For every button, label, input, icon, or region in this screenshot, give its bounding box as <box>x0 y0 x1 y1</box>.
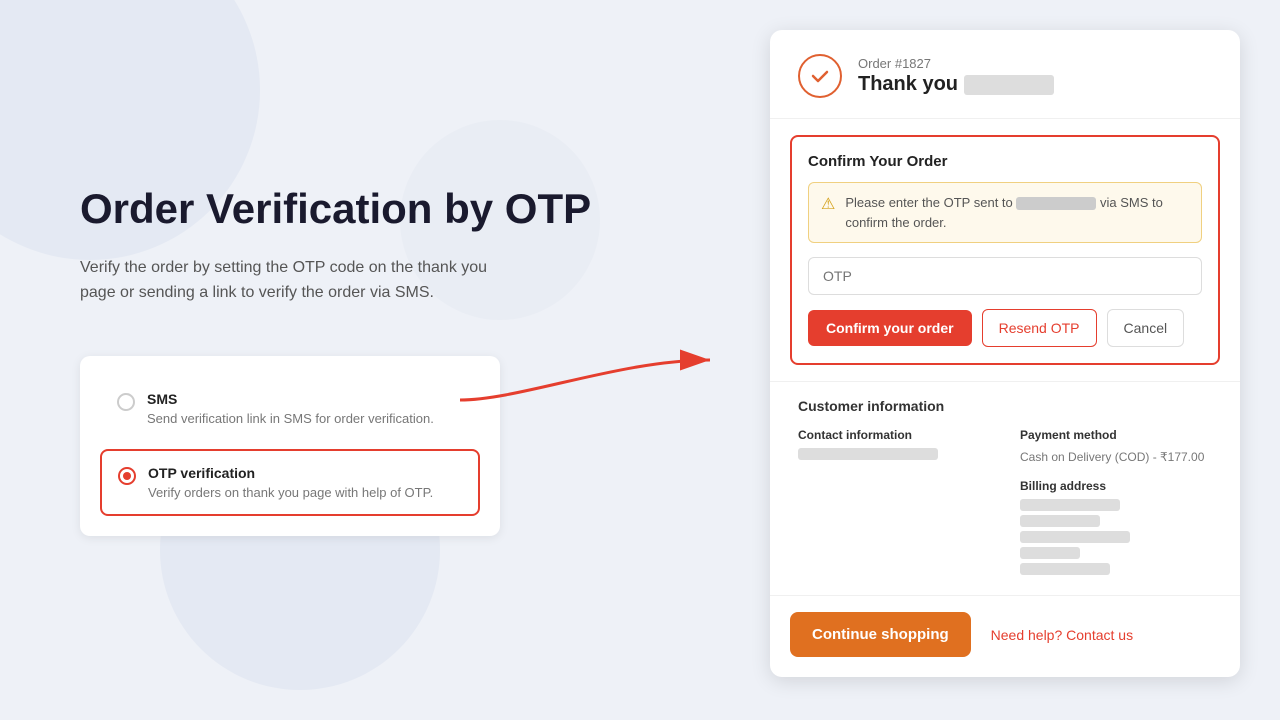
sms-radio <box>117 393 135 411</box>
sms-option-text: SMS Send verification link in SMS for or… <box>147 391 434 426</box>
cancel-button[interactable]: Cancel <box>1107 309 1185 347</box>
addr-line5-blurred <box>1020 563 1110 575</box>
order-header: Order #1827 Thank you <box>770 30 1240 119</box>
billing-value <box>1020 499 1212 575</box>
warning-icon: ⚠ <box>821 194 835 214</box>
otp-option-label: OTP verification <box>148 465 433 481</box>
contact-value <box>798 448 990 460</box>
check-circle-icon <box>798 54 842 98</box>
order-info: Order #1827 Thank you <box>858 56 1054 96</box>
continue-shopping-button[interactable]: Continue shopping <box>790 612 971 657</box>
sms-option[interactable]: SMS Send verification link in SMS for or… <box>100 376 480 441</box>
continue-section: Continue shopping Need help? Contact us <box>770 595 1240 677</box>
alert-text: Please enter the OTP sent to via SMS to … <box>845 193 1189 232</box>
otp-option-desc: Verify orders on thank you page with hel… <box>148 485 433 500</box>
page-title: Order Verification by OTP <box>80 184 600 234</box>
otp-radio <box>118 467 136 485</box>
info-columns: Contact information Payment method Cash … <box>798 428 1212 579</box>
otp-input[interactable] <box>808 257 1202 295</box>
contact-col: Contact information <box>798 428 990 579</box>
customer-info-section: Customer information Contact information… <box>770 381 1240 595</box>
payment-label: Payment method <box>1020 428 1212 442</box>
addr-line3-blurred <box>1020 531 1130 543</box>
customer-name-blurred <box>964 75 1054 95</box>
right-panel: Order #1827 Thank you Confirm Your Order… <box>770 30 1240 677</box>
addr-line1-blurred <box>1020 499 1120 511</box>
otp-actions: Confirm your order Resend OTP Cancel <box>808 309 1202 347</box>
otp-option-text: OTP verification Verify orders on thank … <box>148 465 433 500</box>
options-card: SMS Send verification link in SMS for or… <box>80 356 500 536</box>
contact-label: Contact information <box>798 428 990 442</box>
sms-option-desc: Send verification link in SMS for order … <box>147 411 434 426</box>
need-help-link[interactable]: Need help? Contact us <box>991 627 1133 643</box>
phone-blurred <box>1016 197 1096 210</box>
addr-line4-blurred <box>1020 547 1080 559</box>
addr-line2-blurred <box>1020 515 1100 527</box>
left-panel: Order Verification by OTP Verify the ord… <box>0 0 660 720</box>
confirm-title: Confirm Your Order <box>808 153 1202 170</box>
confirm-order-button[interactable]: Confirm your order <box>808 310 972 346</box>
payment-value: Cash on Delivery (COD) - ₹177.00 <box>1020 448 1212 467</box>
payment-col: Payment method Cash on Delivery (COD) - … <box>1020 428 1212 579</box>
page-description: Verify the order by setting the OTP code… <box>80 255 510 306</box>
billing-label: Billing address <box>1020 479 1212 493</box>
customer-info-title: Customer information <box>798 398 1212 414</box>
otp-option[interactable]: OTP verification Verify orders on thank … <box>100 449 480 516</box>
otp-confirm-section: Confirm Your Order ⚠ Please enter the OT… <box>790 135 1220 365</box>
alert-box: ⚠ Please enter the OTP sent to via SMS t… <box>808 182 1202 243</box>
email-blurred <box>798 448 938 460</box>
sms-option-label: SMS <box>147 391 434 407</box>
order-number: Order #1827 <box>858 56 1054 71</box>
thank-you-text: Thank you <box>858 73 1054 96</box>
resend-otp-button[interactable]: Resend OTP <box>982 309 1097 347</box>
